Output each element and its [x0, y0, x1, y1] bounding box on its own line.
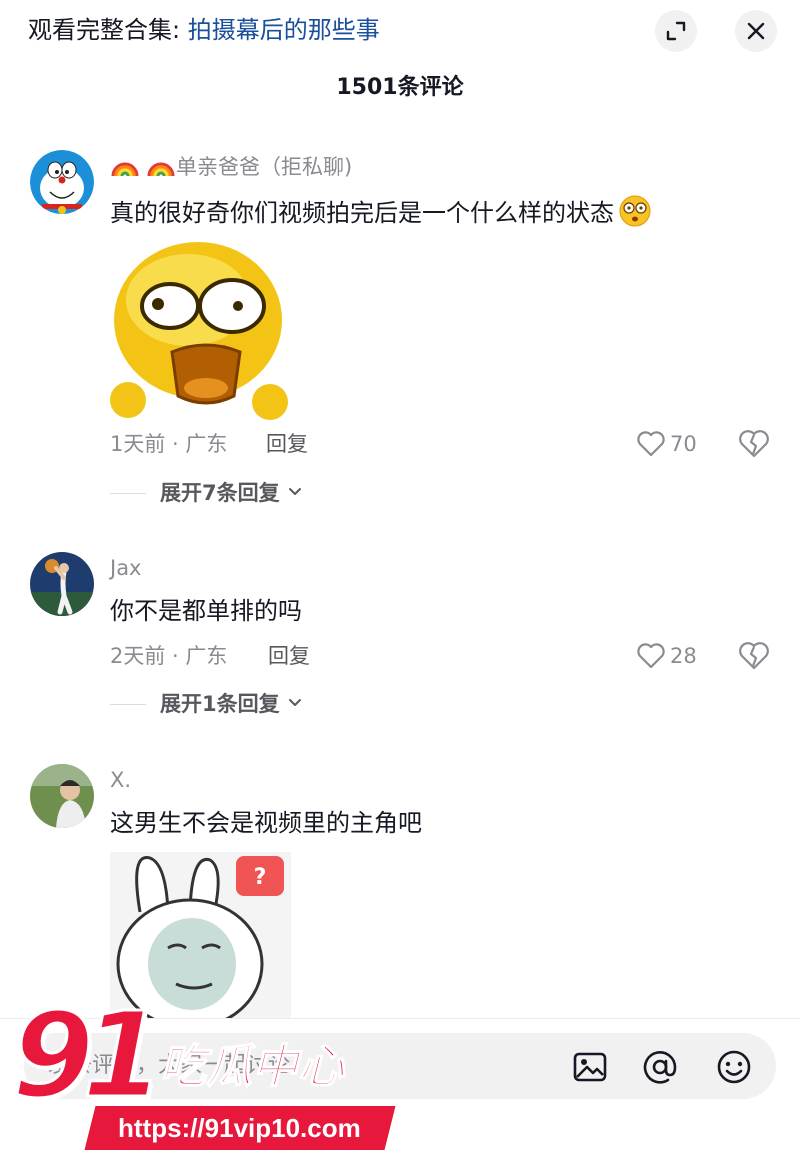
svg-text:?: ? — [254, 865, 267, 890]
collection-title[interactable]: 拍摄幕后的那些事 — [188, 16, 380, 44]
heart-icon — [637, 643, 665, 669]
dizzy-face-emoji-icon — [618, 194, 652, 228]
mention-icon[interactable] — [640, 1047, 680, 1087]
emoji-icon[interactable] — [714, 1047, 754, 1087]
avatar[interactable] — [30, 552, 94, 616]
dislike-button[interactable] — [738, 428, 770, 460]
avatar[interactable] — [30, 764, 94, 828]
expand-replies-label: 展开1条回复 — [160, 692, 280, 716]
collection-prefix: 观看完整合集: — [28, 16, 188, 44]
chevron-down-icon — [288, 699, 301, 706]
comment-meta: 2天前 · 广东 — [110, 644, 228, 668]
watermark-number: 91 — [10, 986, 165, 1124]
comment-item: X. 这男生不会是视频里的主角吧 ? — [0, 764, 800, 1033]
expand-replies-label: 展开7条回复 — [160, 481, 280, 505]
reply-button[interactable]: 回复 — [266, 430, 308, 458]
collection-link[interactable]: 观看完整合集: 拍摄幕后的那些事 — [28, 14, 380, 46]
top-bar: 观看完整合集: 拍摄幕后的那些事 — [0, 0, 800, 62]
watermark-brand: 吃瓜中心 — [159, 1038, 345, 1094]
comment-text: 这男生不会是视频里的主角吧 — [110, 809, 422, 837]
image-icon[interactable] — [570, 1047, 610, 1087]
like-count: 28 — [670, 644, 697, 668]
like-count: 70 — [670, 432, 697, 456]
expand-replies-button[interactable]: 展开7条回复 — [160, 479, 303, 507]
watermark-logo: 91 吃瓜中心 https://91vip10.com — [10, 989, 410, 1165]
comment-body: 真的很好奇你们视频拍完后是一个什么样的状态 — [110, 199, 614, 227]
dislike-button[interactable] — [738, 640, 770, 672]
username-text: 单亲爸爸（拒私聊) — [176, 155, 353, 179]
comment-text: 你不是都单排的吗 — [110, 597, 302, 625]
reply-button[interactable]: 回复 — [268, 642, 310, 670]
expand-replies-button[interactable]: 展开1条回复 — [160, 690, 303, 718]
avatar[interactable] — [30, 150, 94, 214]
sticker-image[interactable] — [110, 240, 291, 421]
comment-count: 1501条评论 — [336, 75, 464, 100]
broken-heart-icon — [739, 642, 769, 670]
expand-divider — [110, 493, 146, 494]
comment-item: Jax 你不是都单排的吗 2天前 · 广东 回复 28 展开1条回复 — [0, 552, 800, 722]
comment-item: 单亲爸爸（拒私聊) 真的很好奇你们视频拍完后是一个什么样的状态 1天前 · 广东… — [0, 150, 800, 510]
comment-username[interactable]: Jax — [110, 554, 142, 582]
heart-icon — [637, 431, 665, 457]
rainbow-icon — [146, 152, 176, 178]
chevron-down-icon — [288, 488, 301, 495]
like-button[interactable]: 28 — [636, 642, 697, 670]
expand-icon[interactable] — [655, 10, 697, 52]
broken-heart-icon — [739, 430, 769, 458]
comment-username[interactable]: 单亲爸爸（拒私聊) — [110, 152, 352, 181]
expand-divider — [110, 704, 146, 705]
like-button[interactable]: 70 — [636, 430, 697, 458]
watermark-url: https://91vip10.com — [118, 1113, 361, 1143]
close-icon[interactable] — [735, 10, 777, 52]
comment-text: 真的很好奇你们视频拍完后是一个什么样的状态 — [110, 194, 652, 230]
comment-meta: 1天前 · 广东 — [110, 432, 228, 456]
comment-username[interactable]: X. — [110, 766, 131, 794]
rainbow-icon — [110, 152, 140, 178]
